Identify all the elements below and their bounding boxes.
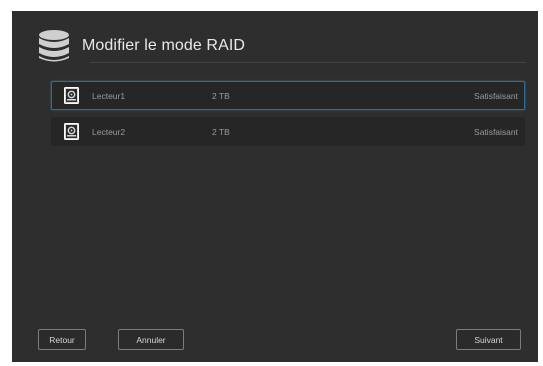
drive-list: Lecteur1 2 TB Satisfaisant Lecteur2 2 TB… (51, 81, 525, 153)
dialog-title: Modifier le mode RAID (82, 37, 246, 54)
hard-drive-icon (64, 123, 79, 140)
drive-name: Lecteur2 (92, 126, 126, 137)
drive-row-lecteur1[interactable]: Lecteur1 2 TB Satisfaisant (51, 81, 525, 110)
drive-status: Satisfaisant (474, 126, 518, 137)
drive-size: 2 TB (212, 90, 230, 101)
dialog-header: Modifier le mode RAID (38, 29, 245, 63)
drive-name: Lecteur1 (92, 90, 126, 101)
drive-status: Satisfaisant (474, 90, 518, 101)
cancel-button[interactable]: Annuler (118, 329, 184, 350)
drive-row-lecteur2[interactable]: Lecteur2 2 TB Satisfaisant (51, 117, 525, 146)
hard-drive-icon (64, 87, 79, 104)
drive-size: 2 TB (212, 126, 230, 137)
next-button[interactable]: Suivant (456, 329, 521, 350)
header-divider (90, 62, 526, 63)
back-button[interactable]: Retour (38, 329, 86, 350)
database-icon (39, 30, 69, 62)
raid-dialog: Modifier le mode RAID Lecteur1 2 TB Sati… (12, 11, 538, 362)
